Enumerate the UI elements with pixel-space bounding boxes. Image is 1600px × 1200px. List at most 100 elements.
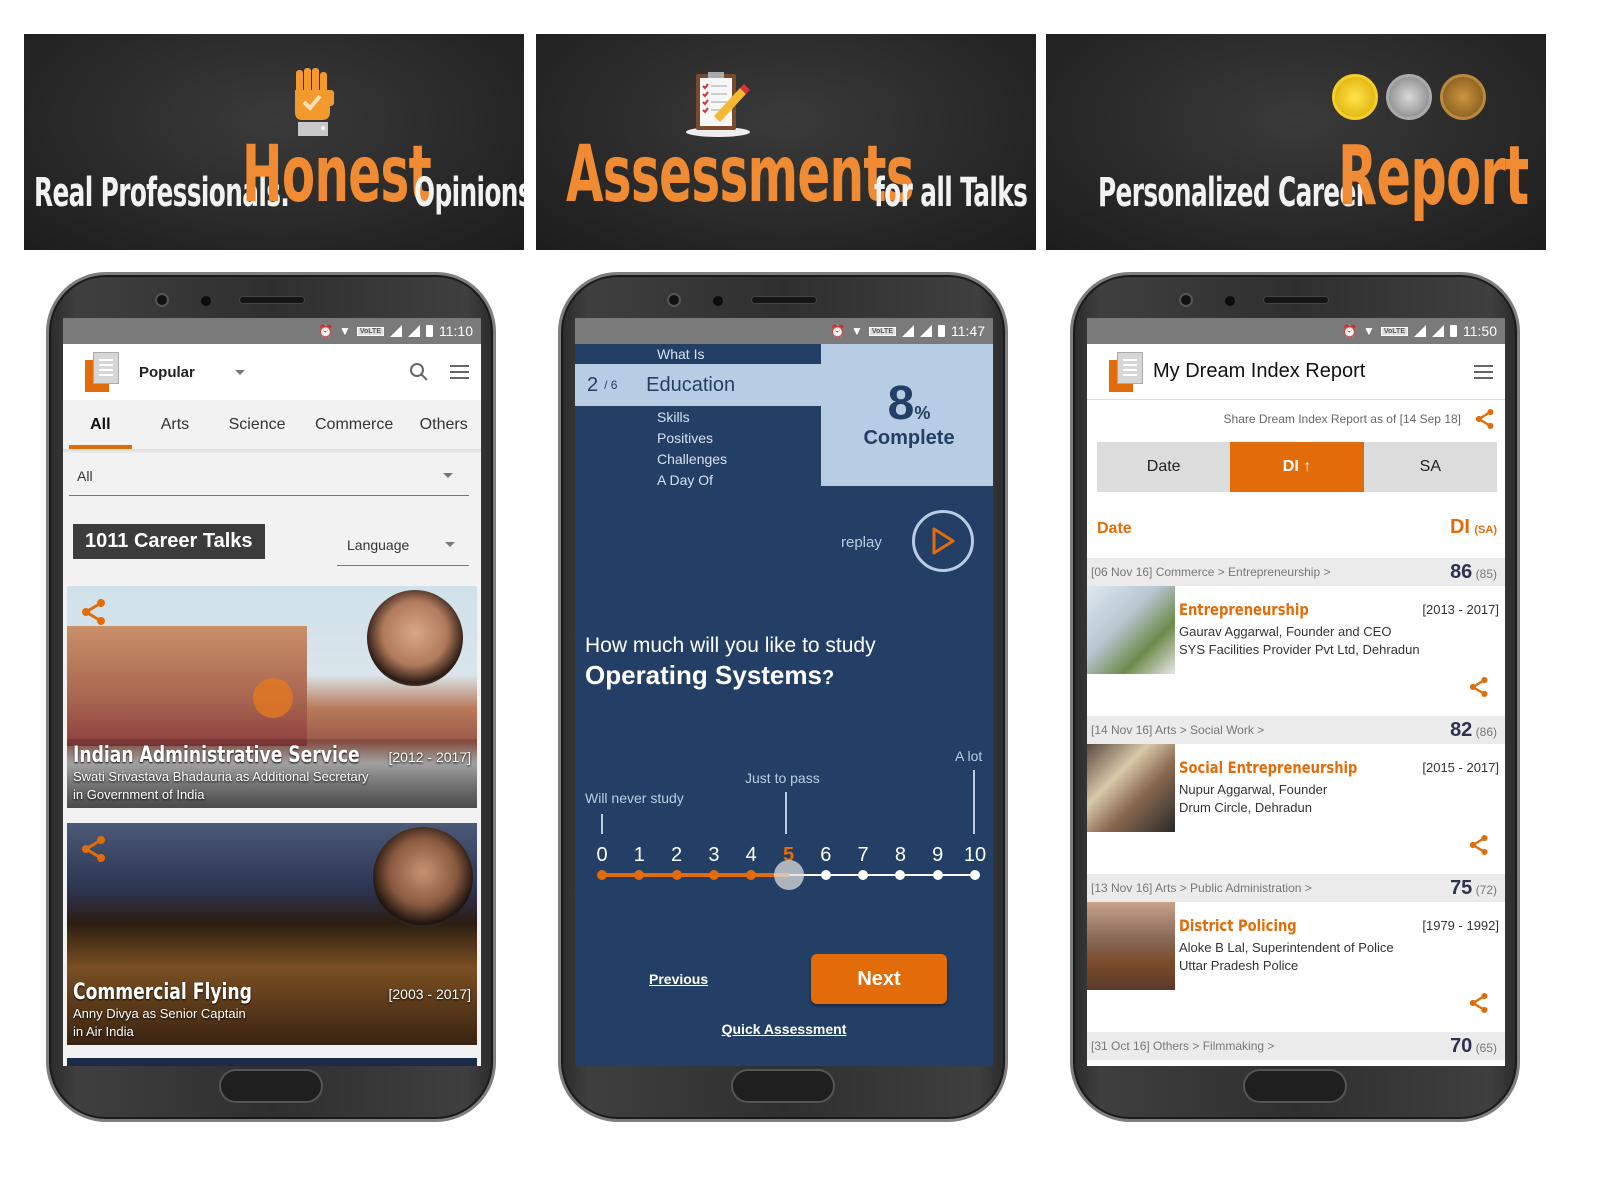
- phone-frame-assessment: ⏰ ▼ VoLTE 11:47 What Is 2 / 6 Education …: [558, 272, 1008, 1122]
- scale-number[interactable]: 1: [625, 844, 653, 867]
- search-icon[interactable]: [409, 362, 429, 382]
- tab-commerce[interactable]: Commerce: [302, 400, 407, 449]
- scale-dot[interactable]: [634, 870, 645, 880]
- home-button[interactable]: [219, 1069, 323, 1103]
- talk-speaker-line: Drum Circle, Dehradun: [1179, 800, 1312, 815]
- report-row-score: 75 (72): [1450, 877, 1497, 900]
- category-dropdown[interactable]: Popular: [139, 364, 245, 381]
- tab-arts[interactable]: Arts: [138, 400, 213, 449]
- scale-dot[interactable]: [671, 870, 682, 880]
- battery-icon: [426, 325, 433, 337]
- report-row-path[interactable]: [31 Oct 16] Others > Filmmaking >: [1091, 1039, 1274, 1053]
- scale-label-high: A lot: [955, 748, 983, 764]
- card-caption: Commercial Flying [2003 - 2017] Anny Div…: [67, 976, 477, 1045]
- scale-dot[interactable]: [858, 870, 869, 880]
- scale-dot[interactable]: [820, 870, 831, 880]
- tab-others[interactable]: Others: [406, 400, 481, 449]
- next-button[interactable]: Next: [811, 954, 947, 1004]
- section-item-current[interactable]: 2 / 6 Education: [575, 364, 821, 406]
- report-row-path[interactable]: [06 Nov 16] Commerce > Entrepreneurship …: [1091, 565, 1330, 579]
- section-item[interactable]: A Day Of: [575, 470, 821, 491]
- talk-thumbnail[interactable]: [1087, 744, 1175, 832]
- share-report-row[interactable]: Share Dream Index Report as of [14 Sep 1…: [1224, 408, 1495, 430]
- replay-label[interactable]: replay: [841, 534, 882, 551]
- front-camera: [1179, 293, 1193, 307]
- talk-title[interactable]: District Policing: [1179, 916, 1297, 935]
- sort-tab-di[interactable]: DI ↑: [1230, 442, 1364, 492]
- speaker-avatar: [367, 590, 463, 686]
- scale-dot[interactable]: [746, 870, 757, 880]
- home-button[interactable]: [1243, 1069, 1347, 1103]
- menu-icon[interactable]: [1474, 365, 1493, 379]
- section-item[interactable]: Challenges: [575, 449, 821, 470]
- scale-number[interactable]: 4: [737, 844, 765, 867]
- scale-number[interactable]: 9: [924, 844, 952, 867]
- report-row[interactable]: [13 Nov 16] Arts > Public Administration…: [1087, 874, 1505, 1032]
- sort-tab-date[interactable]: Date: [1097, 442, 1230, 492]
- scale-dot[interactable]: [970, 870, 980, 880]
- share-icon[interactable]: [81, 598, 107, 626]
- report-row-path[interactable]: [13 Nov 16] Arts > Public Administration…: [1091, 881, 1312, 895]
- sort-tab-sa[interactable]: SA: [1364, 442, 1497, 492]
- signal-icon-2: [1432, 325, 1444, 337]
- replay-button[interactable]: [912, 510, 974, 572]
- scale-number[interactable]: 3: [700, 844, 728, 867]
- app-logo-icon: [85, 352, 121, 392]
- subcategory-select[interactable]: All: [69, 456, 469, 496]
- section-current-label: Education: [646, 373, 736, 396]
- share-icon[interactable]: [1469, 676, 1489, 698]
- scale-number[interactable]: 8: [886, 844, 914, 867]
- report-row-score: 82 (86): [1450, 719, 1497, 742]
- volte-icon: VoLTE: [1380, 326, 1408, 336]
- report-row[interactable]: [31 Oct 16] Others > Filmmaking > 70 (65): [1087, 1032, 1505, 1060]
- share-icon[interactable]: [1469, 992, 1489, 1014]
- scale-number[interactable]: 2: [663, 844, 691, 867]
- tab-all[interactable]: All: [63, 400, 138, 449]
- rating-scale[interactable]: Will never study Just to pass A lot 0123…: [575, 748, 993, 898]
- talk-speaker-line2: in Air India: [73, 1024, 134, 1039]
- scale-dot[interactable]: [932, 870, 943, 880]
- play-icon[interactable]: [253, 678, 293, 718]
- section-item[interactable]: What Is: [575, 344, 821, 364]
- language-select[interactable]: Language: [337, 524, 469, 566]
- report-row-body: Entrepreneurship [2013 - 2017] Gaurav Agga…: [1087, 586, 1505, 716]
- talk-title[interactable]: Social Entrepreneurship: [1179, 758, 1357, 777]
- scale-number[interactable]: 0: [588, 844, 616, 867]
- scale-number[interactable]: 6: [812, 844, 840, 867]
- sort-tabs: Date DI ↑ SA: [1097, 442, 1497, 492]
- scale-dot[interactable]: [708, 870, 719, 880]
- talk-thumbnail[interactable]: [1087, 586, 1175, 674]
- talk-title[interactable]: Entrepreneurship: [1179, 600, 1309, 619]
- scale-dot[interactable]: [895, 870, 906, 880]
- tick-low: [601, 814, 603, 834]
- share-icon[interactable]: [1475, 408, 1495, 430]
- section-item[interactable]: Skills: [575, 407, 821, 428]
- report-row-header: [31 Oct 16] Others > Filmmaking > 70 (65): [1087, 1032, 1505, 1060]
- wifi-icon: ▼: [1362, 324, 1375, 338]
- report-row[interactable]: [06 Nov 16] Commerce > Entrepreneurship …: [1087, 558, 1505, 716]
- share-icon[interactable]: [81, 835, 107, 863]
- menu-icon[interactable]: [450, 365, 469, 379]
- tab-science[interactable]: Science: [212, 400, 302, 449]
- share-report-text: Share Dream Index Report as of [14 Sep 1…: [1223, 412, 1461, 426]
- home-button[interactable]: [731, 1069, 835, 1103]
- volte-icon: VoLTE: [356, 326, 384, 336]
- talk-years: [2012 - 2017]: [388, 749, 471, 765]
- report-row[interactable]: [14 Nov 16] Arts > Social Work > 82 (86) S…: [1087, 716, 1505, 874]
- talk-thumbnail[interactable]: [1087, 902, 1175, 990]
- talk-card[interactable]: Commercial Flying [2003 - 2017] Anny Div…: [67, 823, 477, 1045]
- report-row-path[interactable]: [14 Nov 16] Arts > Social Work >: [1091, 723, 1264, 737]
- phone-frame-browse: ⏰ ▼ VoLTE 11:10 Popular All Arts Science…: [46, 272, 496, 1122]
- scale-number[interactable]: 10: [961, 844, 989, 867]
- quick-assessment-link[interactable]: Quick Assessment: [575, 1021, 993, 1037]
- scale-dot[interactable]: [597, 870, 607, 880]
- scale-thumb[interactable]: [773, 860, 804, 890]
- talk-years: [2015 - 2017]: [1422, 760, 1499, 775]
- share-icon[interactable]: [1469, 834, 1489, 856]
- scale-number[interactable]: 7: [849, 844, 877, 867]
- section-item[interactable]: Positives: [575, 428, 821, 449]
- previous-link[interactable]: Previous: [649, 971, 708, 987]
- banner-assessments: Assessments for all Talks: [536, 34, 1036, 250]
- talk-speaker-line1: Swati Srivastava Bhadauria as Additional…: [73, 769, 369, 784]
- talk-card[interactable]: Indian Administrative Service [2012 - 20…: [67, 586, 477, 808]
